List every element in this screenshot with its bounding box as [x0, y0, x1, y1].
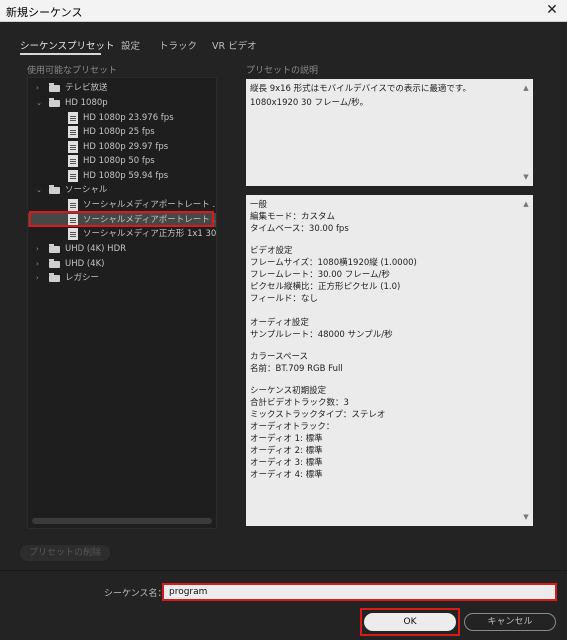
tab-settings[interactable]: 設定 — [121, 38, 140, 52]
details-line: フレームレート：30.00 フレーム/秒 — [250, 270, 390, 280]
tree-item-label: UHD (4K) HDR — [65, 244, 127, 254]
tree-preset-item[interactable]: HD 1080p 23.976 fps — [28, 111, 216, 125]
vertical-scrollbar[interactable]: ▲ ▼ — [521, 81, 531, 184]
tree-folder-hd1080p[interactable]: ⌄ HD 1080p — [28, 96, 216, 110]
tree-folder-uhd[interactable]: › UHD (4K) — [28, 257, 216, 271]
divider — [0, 570, 567, 571]
tree-folder-tv[interactable]: › テレビ放送 — [28, 81, 216, 95]
tree-item-label: ソーシャルメディアポートレート ... — [83, 200, 216, 210]
title-bar: 新規シーケンス ✕ — [0, 0, 567, 22]
scroll-up-icon[interactable]: ▲ — [521, 199, 531, 209]
chevron-down-icon[interactable]: ⌄ — [36, 183, 44, 197]
tree-preset-item-selected[interactable]: ソーシャルメディアポートレート ... — [28, 213, 216, 227]
details-line: オーディオ 2: 標準 — [250, 446, 323, 456]
close-icon[interactable]: ✕ — [543, 1, 561, 19]
folder-icon — [49, 259, 60, 268]
folder-icon — [49, 244, 60, 253]
tab-tracks[interactable]: トラック — [159, 38, 197, 52]
description-header: プリセットの説明 — [246, 66, 319, 76]
folder-icon — [49, 185, 60, 194]
details-line: ミックストラックタイプ：ステレオ — [250, 410, 386, 420]
preset-file-icon — [68, 126, 78, 138]
preset-file-icon — [68, 199, 78, 211]
tree-item-label: UHD (4K) — [65, 259, 105, 269]
tree-item-label: HD 1080p — [65, 98, 108, 108]
sequence-name-label: シーケンス名： — [104, 589, 167, 599]
preset-description: 縦長 9x16 形式はモバイルデバイスでの表示に最適です。1080x1920 3… — [246, 79, 533, 186]
details-line: オーディオ 1: 標準 — [250, 434, 323, 444]
tree-preset-item[interactable]: HD 1080p 59.94 fps — [28, 169, 216, 183]
tree-item-label: ソーシャル — [65, 185, 108, 195]
preset-file-icon — [68, 155, 78, 167]
chevron-right-icon[interactable]: › — [36, 242, 44, 256]
details-line: オーディオ 4: 標準 — [250, 470, 323, 480]
details-line: フレームサイズ：1080横1920縦 (1.0000) — [250, 258, 417, 268]
tab-vr-video[interactable]: VR ビデオ — [212, 38, 257, 52]
preset-tree[interactable]: › テレビ放送 ⌄ HD 1080p HD 1080p 23.976 fps H… — [27, 77, 217, 529]
folder-icon — [49, 83, 60, 92]
details-line: シーケンス初期設定 — [250, 386, 327, 396]
tree-item-label: HD 1080p 23.976 fps — [83, 113, 174, 123]
tree-preset-item[interactable]: ソーシャルメディア正方形 1x1 30... — [28, 227, 216, 241]
tree-folder-legacy[interactable]: › レガシー — [28, 271, 216, 285]
tree-item-label: HD 1080p 59.94 fps — [83, 171, 169, 181]
ok-button[interactable]: OK — [364, 613, 456, 631]
folder-icon — [49, 98, 60, 107]
vertical-scrollbar[interactable]: ▲ ▼ — [521, 197, 531, 524]
horizontal-scrollbar[interactable] — [32, 518, 212, 524]
description-text: 縦長 9x16 形式はモバイルデバイスでの表示に最適です。1080x1920 3… — [250, 84, 472, 108]
chevron-right-icon[interactable]: › — [36, 81, 44, 95]
tree-item-label: HD 1080p 50 fps — [83, 156, 155, 166]
tab-sequence-presets[interactable]: シーケンスプリセット — [20, 38, 115, 52]
presets-header: 使用可能なプリセット — [27, 66, 118, 76]
preset-file-icon — [68, 141, 78, 153]
chevron-down-icon[interactable]: ⌄ — [36, 96, 44, 110]
chevron-right-icon[interactable]: › — [36, 257, 44, 271]
details-line: 名前：BT.709 RGB Full — [250, 364, 343, 374]
preset-details: 一般 編集モード：カスタム タイムベース：30.00 fps ビデオ設定 フレー… — [246, 195, 533, 526]
folder-icon — [49, 273, 60, 282]
delete-preset-button[interactable]: プリセットの削除 — [20, 545, 110, 561]
tree-preset-item[interactable]: HD 1080p 29.97 fps — [28, 140, 216, 154]
preset-file-icon — [68, 228, 78, 240]
tree-item-label: ソーシャルメディア正方形 1x1 30... — [83, 229, 216, 239]
details-line: タイムベース：30.00 fps — [250, 224, 349, 234]
tree-preset-item[interactable]: HD 1080p 25 fps — [28, 125, 216, 139]
active-tab-indicator — [20, 53, 101, 55]
preset-file-icon — [68, 170, 78, 182]
tree-item-label: HD 1080p 29.97 fps — [83, 142, 169, 152]
tree-preset-item[interactable]: HD 1080p 50 fps — [28, 154, 216, 168]
scroll-up-icon[interactable]: ▲ — [521, 83, 531, 93]
tree-item-label: テレビ放送 — [65, 83, 108, 93]
tree-item-label: ソーシャルメディアポートレート ... — [83, 215, 216, 225]
tree-folder-social[interactable]: ⌄ ソーシャル — [28, 183, 216, 197]
details-line: ビデオ設定 — [250, 246, 293, 256]
details-line: ピクセル縦横比：正方形ピクセル (1.0) — [250, 282, 401, 292]
details-line: 合計ビデオトラック数：3 — [250, 398, 349, 408]
chevron-right-icon[interactable]: › — [36, 271, 44, 285]
details-line: フィールド：なし — [250, 294, 318, 304]
details-line: 編集モード：カスタム — [250, 212, 336, 222]
scroll-down-icon[interactable]: ▼ — [521, 172, 531, 182]
details-line: 一般 — [250, 200, 268, 210]
details-line: オーディオ 3: 標準 — [250, 458, 323, 468]
tree-item-label: レガシー — [65, 273, 100, 283]
sequence-name-input[interactable] — [162, 583, 557, 601]
scroll-down-icon[interactable]: ▼ — [521, 512, 531, 522]
cancel-button[interactable]: キャンセル — [464, 613, 556, 631]
tree-folder-uhd-hdr[interactable]: › UHD (4K) HDR — [28, 242, 216, 256]
details-line: カラースペース — [250, 352, 309, 362]
details-line: オーディオトラック： — [250, 422, 335, 432]
tree-item-label: HD 1080p 25 fps — [83, 127, 155, 137]
preset-file-icon — [68, 112, 78, 124]
preset-file-icon — [68, 214, 78, 226]
tree-preset-item[interactable]: ソーシャルメディアポートレート ... — [28, 198, 216, 212]
window-title: 新規シーケンス — [6, 6, 83, 19]
details-line: サンプルレート：48000 サンプル/秒 — [250, 330, 393, 340]
details-line: オーディオ設定 — [250, 318, 309, 328]
